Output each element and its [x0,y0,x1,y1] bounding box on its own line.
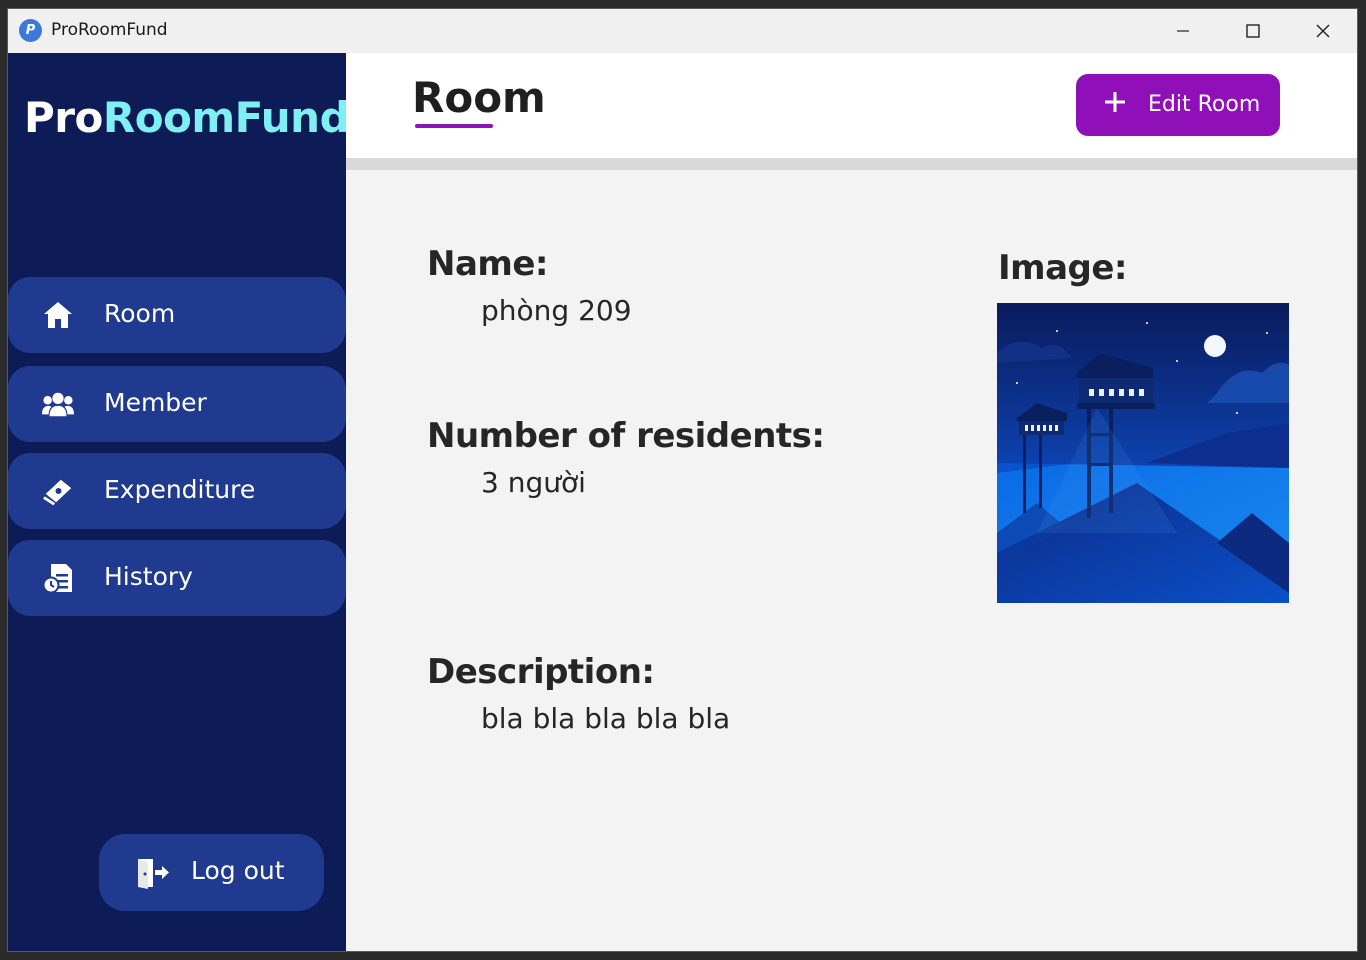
history-icon [42,562,74,594]
plus-icon [1104,88,1126,120]
image-label: Image: [998,248,1128,288]
logout-label: Log out [191,856,285,885]
room-details: Name: phòng 209 Number of residents: 3 n… [346,182,1357,951]
maximize-icon [1246,24,1260,38]
minimize-icon [1177,30,1189,32]
residents-value: 3 người [481,466,586,499]
minimize-button[interactable] [1148,9,1218,53]
name-label: Name: [427,244,548,284]
maximize-button[interactable] [1218,9,1288,53]
page-title: Room [412,73,546,122]
home-icon [42,299,74,331]
app-logo-icon: P [19,19,42,42]
window-title: ProRoomFund [51,20,168,40]
sidebar-item-expenditure[interactable]: Expenditure [8,453,346,529]
sidebar-item-label: Room [104,299,176,328]
brand-logo: ProRoomFund [24,93,350,142]
sidebar-item-label: History [104,562,193,591]
description-label: Description: [427,652,655,692]
app-window: P ProRoomFund ProRoomFund Room Member Ex… [7,8,1358,952]
edit-room-label: Edit Room [1148,92,1261,117]
close-button[interactable] [1288,9,1357,53]
sidebar-item-member[interactable]: Member [8,366,346,442]
sidebar-item-label: Expenditure [104,475,256,504]
edit-room-button[interactable]: Edit Room [1076,74,1280,136]
users-icon [42,388,74,420]
money-icon [42,475,74,507]
close-icon [1316,24,1330,38]
sidebar-item-room[interactable]: Room [8,277,346,353]
sidebar: ProRoomFund Room Member Expenditure Hist [8,53,350,951]
sidebar-item-label: Member [104,388,207,417]
title-underline [415,124,493,128]
description-value: bla bla bla bla bla [481,702,731,735]
room-image [997,303,1289,603]
name-value: phòng 209 [481,294,632,327]
residents-label: Number of residents: [427,416,825,456]
sidebar-item-history[interactable]: History [8,540,346,616]
page-header: Room Edit Room [346,53,1357,170]
title-bar: P ProRoomFund [8,9,1357,53]
logout-icon [135,856,171,890]
logout-button[interactable]: Log out [99,834,324,911]
